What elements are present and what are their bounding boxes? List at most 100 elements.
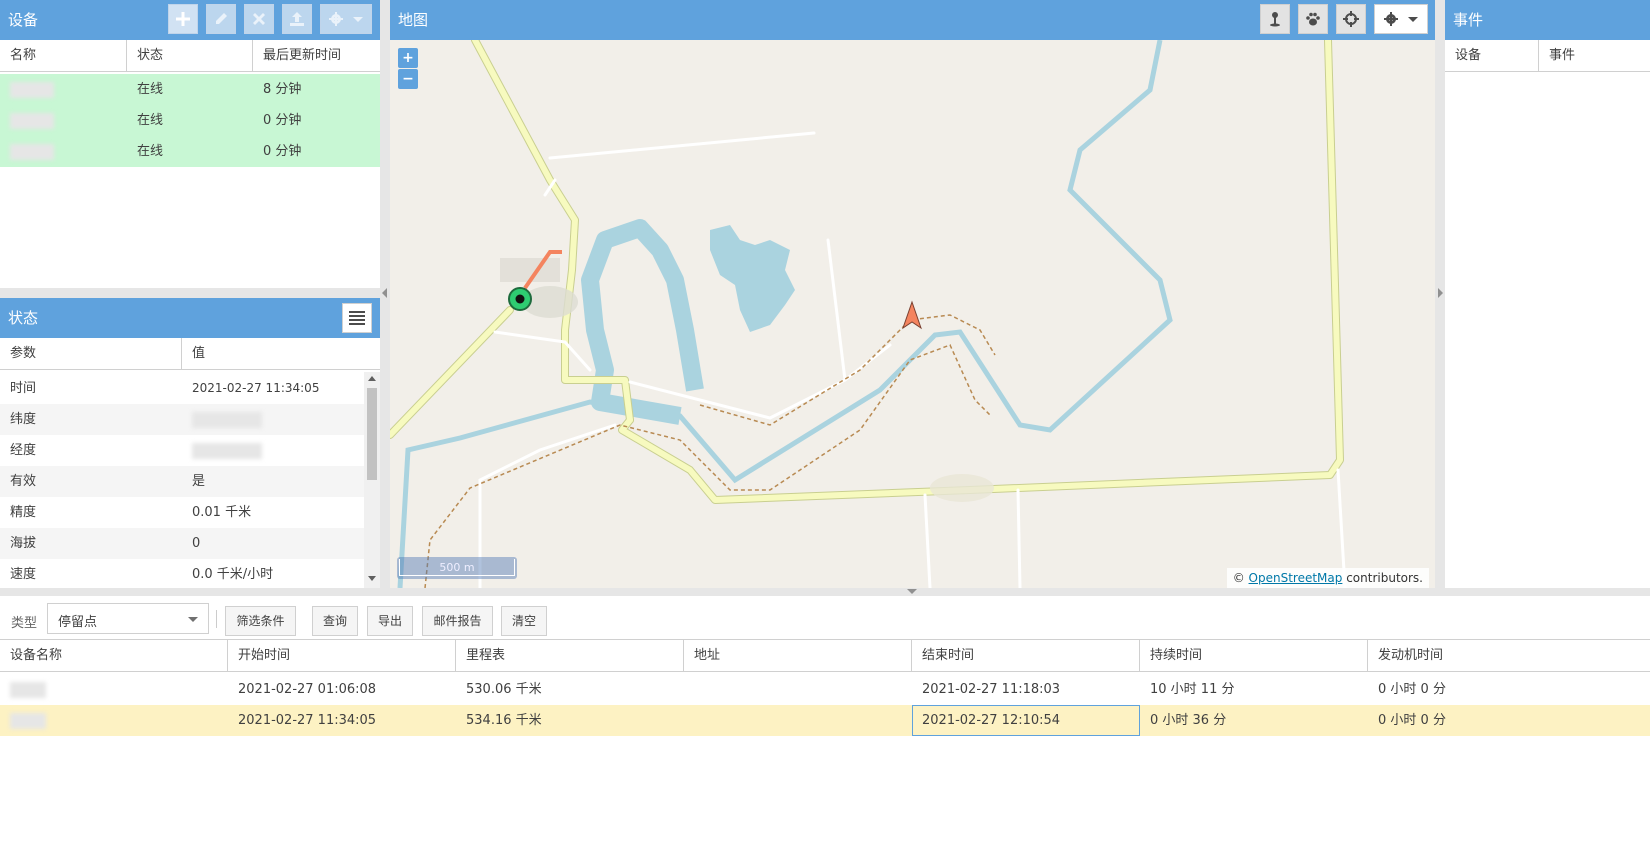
state-grid-header: 参数 值 — [0, 338, 380, 370]
clear-button[interactable]: 清空 — [501, 606, 547, 636]
query-button[interactable]: 查询 — [312, 606, 358, 636]
state-row[interactable]: 速度 0.0 千米/小时 — [0, 559, 364, 588]
devices-panel: 设备 名称 状态 最后更新时间 在线 8 分钟 在线 0 分钟 在线 0 分钟 — [0, 0, 380, 288]
report-type-value: 停留点 — [58, 615, 98, 630]
state-value: 是 — [192, 474, 206, 489]
toolbar-separator — [216, 610, 217, 628]
left-vertical-splitter[interactable] — [380, 0, 390, 588]
report-end-time: 2021-02-27 11:18:03 — [922, 682, 1061, 697]
device-status: 在线 — [137, 144, 164, 159]
state-scrollbar[interactable] — [364, 372, 380, 588]
column-header-address[interactable]: 地址 — [684, 640, 912, 671]
device-name — [0, 105, 127, 136]
column-header-param[interactable]: 参数 — [0, 338, 182, 369]
device-settings-button[interactable] — [320, 4, 372, 34]
map-settings-button[interactable] — [1374, 4, 1428, 34]
chevron-down-icon — [353, 16, 363, 22]
column-header-value[interactable]: 值 — [182, 338, 380, 369]
devices-panel-title: 设备 — [8, 11, 39, 29]
device-name — [0, 74, 127, 105]
column-header-name[interactable]: 名称 — [0, 40, 127, 71]
attribution-prefix: © — [1232, 571, 1245, 585]
state-param: 纬度 — [10, 412, 37, 427]
column-header-odometer[interactable]: 里程表 — [456, 640, 684, 671]
report-duration: 0 小时 36 分 — [1150, 713, 1227, 728]
export-button[interactable]: 导出 — [367, 606, 413, 636]
scroll-down-arrow-icon[interactable] — [368, 576, 376, 581]
attribution-link[interactable]: OpenStreetMap — [1249, 571, 1343, 585]
report-device-name — [0, 705, 228, 736]
edit-device-button[interactable] — [206, 4, 236, 34]
report-engine-time: 0 小时 0 分 — [1378, 713, 1446, 728]
events-grid-header: 设备 事件 — [1445, 40, 1650, 72]
state-columns-button[interactable] — [342, 303, 372, 333]
column-header-engine-time[interactable]: 发动机时间 — [1368, 640, 1650, 671]
state-row[interactable]: 时间 2021-02-27 11:34:05 — [0, 373, 364, 404]
state-row[interactable]: 经度 — [0, 435, 364, 466]
report-type-select[interactable]: 停留点 — [47, 603, 209, 634]
bottom-splitter[interactable] — [0, 588, 1650, 596]
state-row[interactable]: 海拔 0 — [0, 528, 364, 559]
horizontal-splitter[interactable] — [0, 288, 380, 298]
column-header-device-name[interactable]: 设备名称 — [0, 640, 228, 671]
lake — [710, 225, 795, 332]
device-row[interactable]: 在线 0 分钟 — [0, 136, 380, 167]
state-value: 0 — [192, 536, 201, 551]
email-report-button[interactable]: 邮件报告 — [422, 606, 493, 636]
zoom-in-button[interactable]: + — [398, 48, 418, 68]
add-device-button[interactable] — [168, 4, 198, 34]
upload-button[interactable] — [282, 4, 312, 34]
scale-line-inner: 500 m — [399, 559, 515, 576]
follow-device-button[interactable] — [1336, 4, 1366, 34]
state-panel-title: 状态 — [8, 309, 39, 327]
report-start-time: 2021-02-27 01:06:08 — [238, 682, 377, 697]
column-header-duration[interactable]: 持续时间 — [1140, 640, 1368, 671]
report-odometer: 534.16 千米 — [466, 713, 542, 728]
map-tiles — [390, 40, 1347, 588]
chevron-down-icon — [1408, 16, 1418, 22]
collapse-bottom-icon[interactable] — [907, 589, 917, 594]
zoom-out-button[interactable]: − — [398, 69, 418, 89]
state-row[interactable]: 精度 0.01 千米 — [0, 497, 364, 528]
state-value-latitude — [182, 404, 364, 435]
column-header-start-time[interactable]: 开始时间 — [228, 640, 456, 671]
report-engine-time: 0 小时 0 分 — [1378, 682, 1446, 697]
column-header-last-update[interactable]: 最后更新时间 — [253, 40, 380, 71]
collapse-right-icon[interactable] — [1438, 288, 1443, 298]
events-panel: 事件 设备 事件 — [1445, 0, 1650, 588]
collapse-left-icon[interactable] — [382, 288, 387, 298]
state-panel: 状态 参数 值 时间 2021-02-27 11:34:05 纬度 经度 有效 … — [0, 298, 380, 588]
show-history-button[interactable] — [1298, 4, 1328, 34]
events-panel-header: 事件 — [1445, 0, 1650, 40]
report-row[interactable]: 2021-02-27 01:06:08 530.06 千米 2021-02-27… — [0, 674, 1650, 705]
remove-device-button[interactable] — [244, 4, 274, 34]
device-row[interactable]: 在线 0 分钟 — [0, 105, 380, 136]
filter-button[interactable]: 筛选条件 — [225, 606, 296, 636]
report-address — [684, 674, 912, 705]
column-header-device[interactable]: 设备 — [1445, 40, 1539, 71]
map-attribution: © OpenStreetMap contributors. — [1226, 568, 1429, 588]
scroll-up-arrow-icon[interactable] — [368, 376, 376, 381]
report-row-selected[interactable]: 2021-02-27 11:34:05 534.16 千米 2021-02-27… — [0, 705, 1650, 736]
scrollbar-thumb[interactable] — [367, 388, 377, 480]
column-header-end-time[interactable]: 结束时间 — [912, 640, 1140, 671]
state-row[interactable]: 有效 是 — [0, 466, 364, 497]
device-status: 在线 — [137, 82, 164, 97]
column-header-status[interactable]: 状态 — [127, 40, 253, 71]
report-duration: 10 小时 11 分 — [1150, 682, 1235, 697]
device-last-update: 8 分钟 — [263, 82, 302, 97]
state-param: 有效 — [10, 474, 37, 489]
report-odometer: 530.06 千米 — [466, 682, 542, 697]
state-value: 2021-02-27 11:34:05 — [192, 381, 320, 395]
map-panel: 地图 + − 500 m © OpenStreetMap contributor… — [390, 0, 1435, 588]
chevron-down-icon[interactable] — [188, 617, 198, 622]
device-status: 在线 — [137, 113, 164, 128]
right-vertical-splitter[interactable] — [1435, 0, 1445, 588]
device-last-update: 0 分钟 — [263, 144, 302, 159]
device-arrow — [902, 300, 922, 330]
device-row[interactable]: 在线 8 分钟 — [0, 74, 380, 105]
state-row[interactable]: 纬度 — [0, 404, 364, 435]
column-header-event[interactable]: 事件 — [1539, 40, 1650, 71]
map-canvas[interactable]: + − 500 m © OpenStreetMap contributors. — [390, 40, 1435, 588]
show-reports-button[interactable] — [1260, 4, 1290, 34]
